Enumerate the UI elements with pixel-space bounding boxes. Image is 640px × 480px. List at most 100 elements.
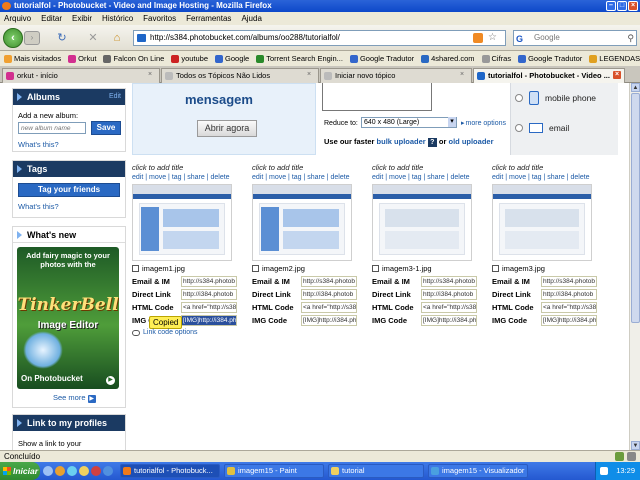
quick-launch-icon[interactable]: [67, 466, 77, 476]
email-option[interactable]: email: [515, 123, 569, 133]
image-thumbnail[interactable]: [252, 184, 352, 261]
bookmark-item[interactable]: Falcon On Line: [103, 54, 164, 63]
home-icon[interactable]: ⌂: [110, 31, 124, 45]
add-title-link[interactable]: click to add title: [132, 163, 183, 172]
bookmark-item[interactable]: 4shared.com: [421, 54, 475, 63]
quick-launch-icon[interactable]: [91, 466, 101, 476]
resize-select[interactable]: 640 x 480 (Large): [361, 117, 457, 128]
back-button[interactable]: ‹: [3, 28, 23, 48]
taskbar-task[interactable]: imagem15 - Visualizador ...: [428, 464, 528, 478]
bookmark-item[interactable]: LEGENDAS.TV -: [589, 54, 640, 63]
tab-iniciar-topico[interactable]: Iniciar novo tópico ×: [320, 68, 472, 83]
tab-close-icon[interactable]: ×: [613, 71, 621, 79]
promo-arrow-icon[interactable]: ▶: [106, 376, 115, 385]
quick-launch-icon[interactable]: [103, 466, 113, 476]
tag-friends-button[interactable]: Tag your friends: [18, 183, 120, 197]
forward-button[interactable]: ›: [24, 31, 40, 45]
scroll-up-icon[interactable]: ▲: [631, 83, 640, 92]
quick-launch-icon[interactable]: [43, 466, 53, 476]
scroll-down-icon[interactable]: ▼: [631, 441, 640, 450]
save-album-button[interactable]: Save: [91, 121, 121, 135]
start-button[interactable]: Iniciar: [0, 462, 40, 480]
open-now-button[interactable]: Abrir agora: [197, 120, 257, 137]
bookmark-item[interactable]: Orkut: [68, 54, 96, 63]
link-code-options[interactable]: Link code options: [132, 329, 197, 336]
code-field[interactable]: [IMG]http://i384.ph: [301, 315, 357, 326]
image-actions[interactable]: edit | move | tag | share | delete: [492, 174, 590, 181]
tinkerbell-promo-banner[interactable]: Add fairy magic to your photos with the …: [17, 247, 119, 389]
image-checkbox[interactable]: [372, 265, 379, 272]
code-field[interactable]: http://s384.photob: [181, 276, 237, 287]
image-checkbox[interactable]: [252, 265, 259, 272]
url-bar[interactable]: http://s384.photobucket.com/albums/oo288…: [133, 30, 506, 46]
code-field[interactable]: http://s384.photob: [301, 276, 357, 287]
code-field[interactable]: http://s384.photob: [541, 276, 597, 287]
image-thumbnail[interactable]: [132, 184, 232, 261]
code-field[interactable]: http://s384.photob: [421, 276, 477, 287]
tab-photobucket[interactable]: tutorialfol - Photobucket - Video ... ×: [473, 68, 625, 83]
add-title-link[interactable]: click to add title: [252, 163, 303, 172]
bookmark-item[interactable]: Google Tradutor: [518, 54, 582, 63]
bookmark-item[interactable]: Torrent Search Engin...: [256, 54, 343, 63]
tray-icon[interactable]: [600, 467, 608, 475]
tab-close-icon[interactable]: ×: [460, 71, 468, 79]
add-title-link[interactable]: click to add title: [372, 163, 423, 172]
menu-editar[interactable]: Editar: [41, 12, 62, 25]
bookmark-item[interactable]: Google: [215, 54, 249, 63]
code-field[interactable]: http://i384.photob: [541, 289, 597, 300]
image-checkbox[interactable]: [492, 265, 499, 272]
email-radio[interactable]: [515, 124, 523, 132]
add-title-link[interactable]: click to add title: [492, 163, 543, 172]
addon-icon[interactable]: [615, 452, 624, 461]
stop-icon[interactable]: ✕: [86, 31, 100, 45]
bookmark-item[interactable]: Mais visitados: [4, 54, 61, 63]
quick-launch-icon[interactable]: [79, 466, 89, 476]
tags-whats-this-link[interactable]: What's this?: [18, 202, 59, 211]
rss-icon[interactable]: [473, 33, 483, 43]
image-actions[interactable]: edit | move | tag | share | delete: [132, 174, 230, 181]
image-checkbox[interactable]: [132, 265, 139, 272]
image-actions[interactable]: edit | move | tag | share | delete: [372, 174, 470, 181]
code-field[interactable]: http://i384.photob: [421, 289, 477, 300]
search-icon[interactable]: ⚲: [627, 31, 634, 45]
tab-orkut[interactable]: orkut - início ×: [2, 68, 160, 83]
bookmark-item[interactable]: Google Tradutor: [349, 54, 414, 63]
code-field[interactable]: <a href="http://s38: [421, 302, 477, 313]
vertical-scrollbar[interactable]: ▲ ▼: [629, 83, 640, 450]
image-thumbnail[interactable]: [492, 184, 592, 261]
menu-exibir[interactable]: Exibir: [72, 12, 92, 25]
menu-arquivo[interactable]: Arquivo: [4, 12, 31, 25]
menu-ferramentas[interactable]: Ferramentas: [186, 12, 231, 25]
albums-whats-this-link[interactable]: What's this?: [18, 140, 59, 149]
bookmark-item[interactable]: Cifras: [481, 54, 511, 63]
code-field[interactable]: http://i384.photob: [301, 289, 357, 300]
tab-close-icon[interactable]: ×: [148, 71, 156, 79]
quick-launch-icon[interactable]: [55, 466, 65, 476]
tab-close-icon[interactable]: ×: [307, 71, 315, 79]
see-more-link[interactable]: See more ▶: [53, 393, 96, 403]
new-album-input[interactable]: [18, 122, 86, 134]
more-options-link[interactable]: more options: [461, 119, 506, 127]
code-field[interactable]: [IMG]http://i384.ph: [421, 315, 477, 326]
reload-icon[interactable]: ↻: [55, 31, 69, 45]
help-icon[interactable]: ?: [427, 138, 437, 147]
code-field[interactable]: [IMG]http://i384.ph: [181, 315, 237, 326]
minimize-button[interactable]: –: [606, 1, 616, 11]
bulk-uploader-link[interactable]: bulk uploader: [377, 137, 426, 146]
bookmark-item[interactable]: youtube: [171, 54, 208, 63]
image-actions[interactable]: edit | move | tag | share | delete: [252, 174, 350, 181]
code-field[interactable]: [IMG]http://i384.ph: [541, 315, 597, 326]
mobile-phone-option[interactable]: mobile phone: [515, 91, 596, 105]
old-uploader-link[interactable]: old uploader: [448, 137, 493, 146]
taskbar-task[interactable]: tutorialfol - Photobuck...: [120, 464, 220, 478]
code-field[interactable]: <a href="http://s38: [301, 302, 357, 313]
taskbar-task[interactable]: tutorial: [328, 464, 424, 478]
mobile-phone-radio[interactable]: [515, 94, 523, 102]
maximize-button[interactable]: □: [617, 1, 627, 11]
albums-edit-link[interactable]: Edit: [109, 89, 121, 105]
menu-favoritos[interactable]: Favoritos: [143, 12, 176, 25]
tab-todos-topicos[interactable]: Todos os Tópicos Não Lidos ×: [161, 68, 319, 83]
code-field[interactable]: http://i384.photob: [181, 289, 237, 300]
search-input[interactable]: G Google ⚲: [513, 30, 637, 46]
menu-historico[interactable]: Histórico: [102, 12, 133, 25]
